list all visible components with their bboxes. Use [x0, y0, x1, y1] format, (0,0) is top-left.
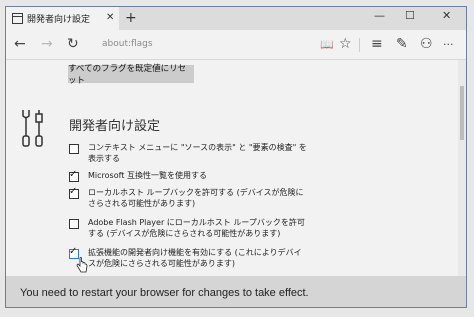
vertical-scrollbar[interactable]	[458, 60, 466, 276]
hub-icon[interactable]: ≡	[371, 36, 383, 52]
new-tab-button[interactable]: +	[125, 10, 137, 26]
title-bar: 開発者向け設定 ✕ + — ☐ ✕	[6, 7, 466, 30]
option-label: Microsoft 互換性一覧を使用する	[88, 171, 207, 180]
option-label: ローカルホスト ループバックを許可する (デバイスが危険にさらされる可能性があり…	[88, 188, 304, 208]
more-icon[interactable]: ···	[443, 38, 454, 51]
reading-view-icon[interactable]: 📖	[320, 38, 334, 51]
tab-close-icon[interactable]: ✕	[106, 12, 114, 23]
section-title: 開発者向け設定	[69, 119, 161, 134]
option-label: コンテキスト メニューに "ソースの表示" と "要素の検査" を表示する	[88, 143, 307, 163]
favorite-star-icon[interactable]: ☆	[339, 36, 352, 52]
checkbox-checked[interactable]	[69, 169, 79, 182]
option-compat-list[interactable]: Microsoft 互換性一覧を使用する	[69, 169, 309, 182]
option-show-source[interactable]: コンテキスト メニューに "ソースの表示" と "要素の検査" を表示する	[69, 142, 309, 164]
browser-window: 開発者向け設定 ✕ + — ☐ ✕ ← → ↻ about:flags 📖 ☆ …	[5, 6, 467, 308]
option-localhost-loopback[interactable]: ローカルホスト ループバックを許可する (デバイスが危険にさらされる可能性があり…	[69, 186, 309, 209]
checkbox[interactable]	[69, 219, 79, 229]
scrollbar-thumb[interactable]	[460, 86, 464, 140]
refresh-icon[interactable]: ↻	[67, 36, 79, 52]
checkbox[interactable]	[69, 144, 79, 154]
navigation-bar: ← → ↻ about:flags 📖 ☆ ≡ ✎ ⚇ ···	[6, 30, 466, 60]
option-label: Adobe Flash Player にローカルホスト ループバックを許可する …	[88, 218, 305, 238]
web-note-icon[interactable]: ✎	[396, 36, 408, 52]
flags-page: すべてのフラグを既定値にリセット 開発者向け設定 コンテキスト メニューに "ソ…	[6, 60, 458, 276]
forward-icon[interactable]: →	[41, 36, 53, 52]
tab-title: 開発者向け設定	[27, 15, 91, 25]
reset-flags-button[interactable]: すべてのフラグを既定値にリセット	[68, 64, 194, 86]
minimize-button[interactable]: —	[374, 9, 385, 22]
share-icon[interactable]: ⚇	[420, 36, 433, 52]
option-flash-loopback[interactable]: Adobe Flash Player にローカルホスト ループバックを許可する …	[69, 217, 309, 239]
option-extension-dev[interactable]: 拡張機能の開発者向け機能を有効にする (これによりデバイスが危険にさらされる可能…	[69, 246, 309, 269]
maximize-button[interactable]: ☐	[405, 9, 415, 22]
address-bar[interactable]: about:flags	[102, 39, 153, 49]
page-icon	[12, 13, 23, 24]
restart-notification-bar: You need to restart your browser for cha…	[6, 276, 466, 307]
checkbox-checked[interactable]	[69, 186, 79, 199]
close-window-button[interactable]: ✕	[442, 9, 451, 22]
toolbar-divider	[359, 38, 360, 52]
developer-tools-icon	[22, 110, 43, 147]
tab-developer-settings[interactable]: 開発者向け設定 ✕	[6, 7, 119, 30]
hand-cursor-icon	[76, 257, 88, 273]
option-label: 拡張機能の開発者向け機能を有効にする (これによりデバイスが危険にさらされる可能…	[88, 248, 302, 268]
restart-message: You need to restart your browser for cha…	[20, 286, 309, 299]
back-icon[interactable]: ←	[14, 36, 26, 52]
